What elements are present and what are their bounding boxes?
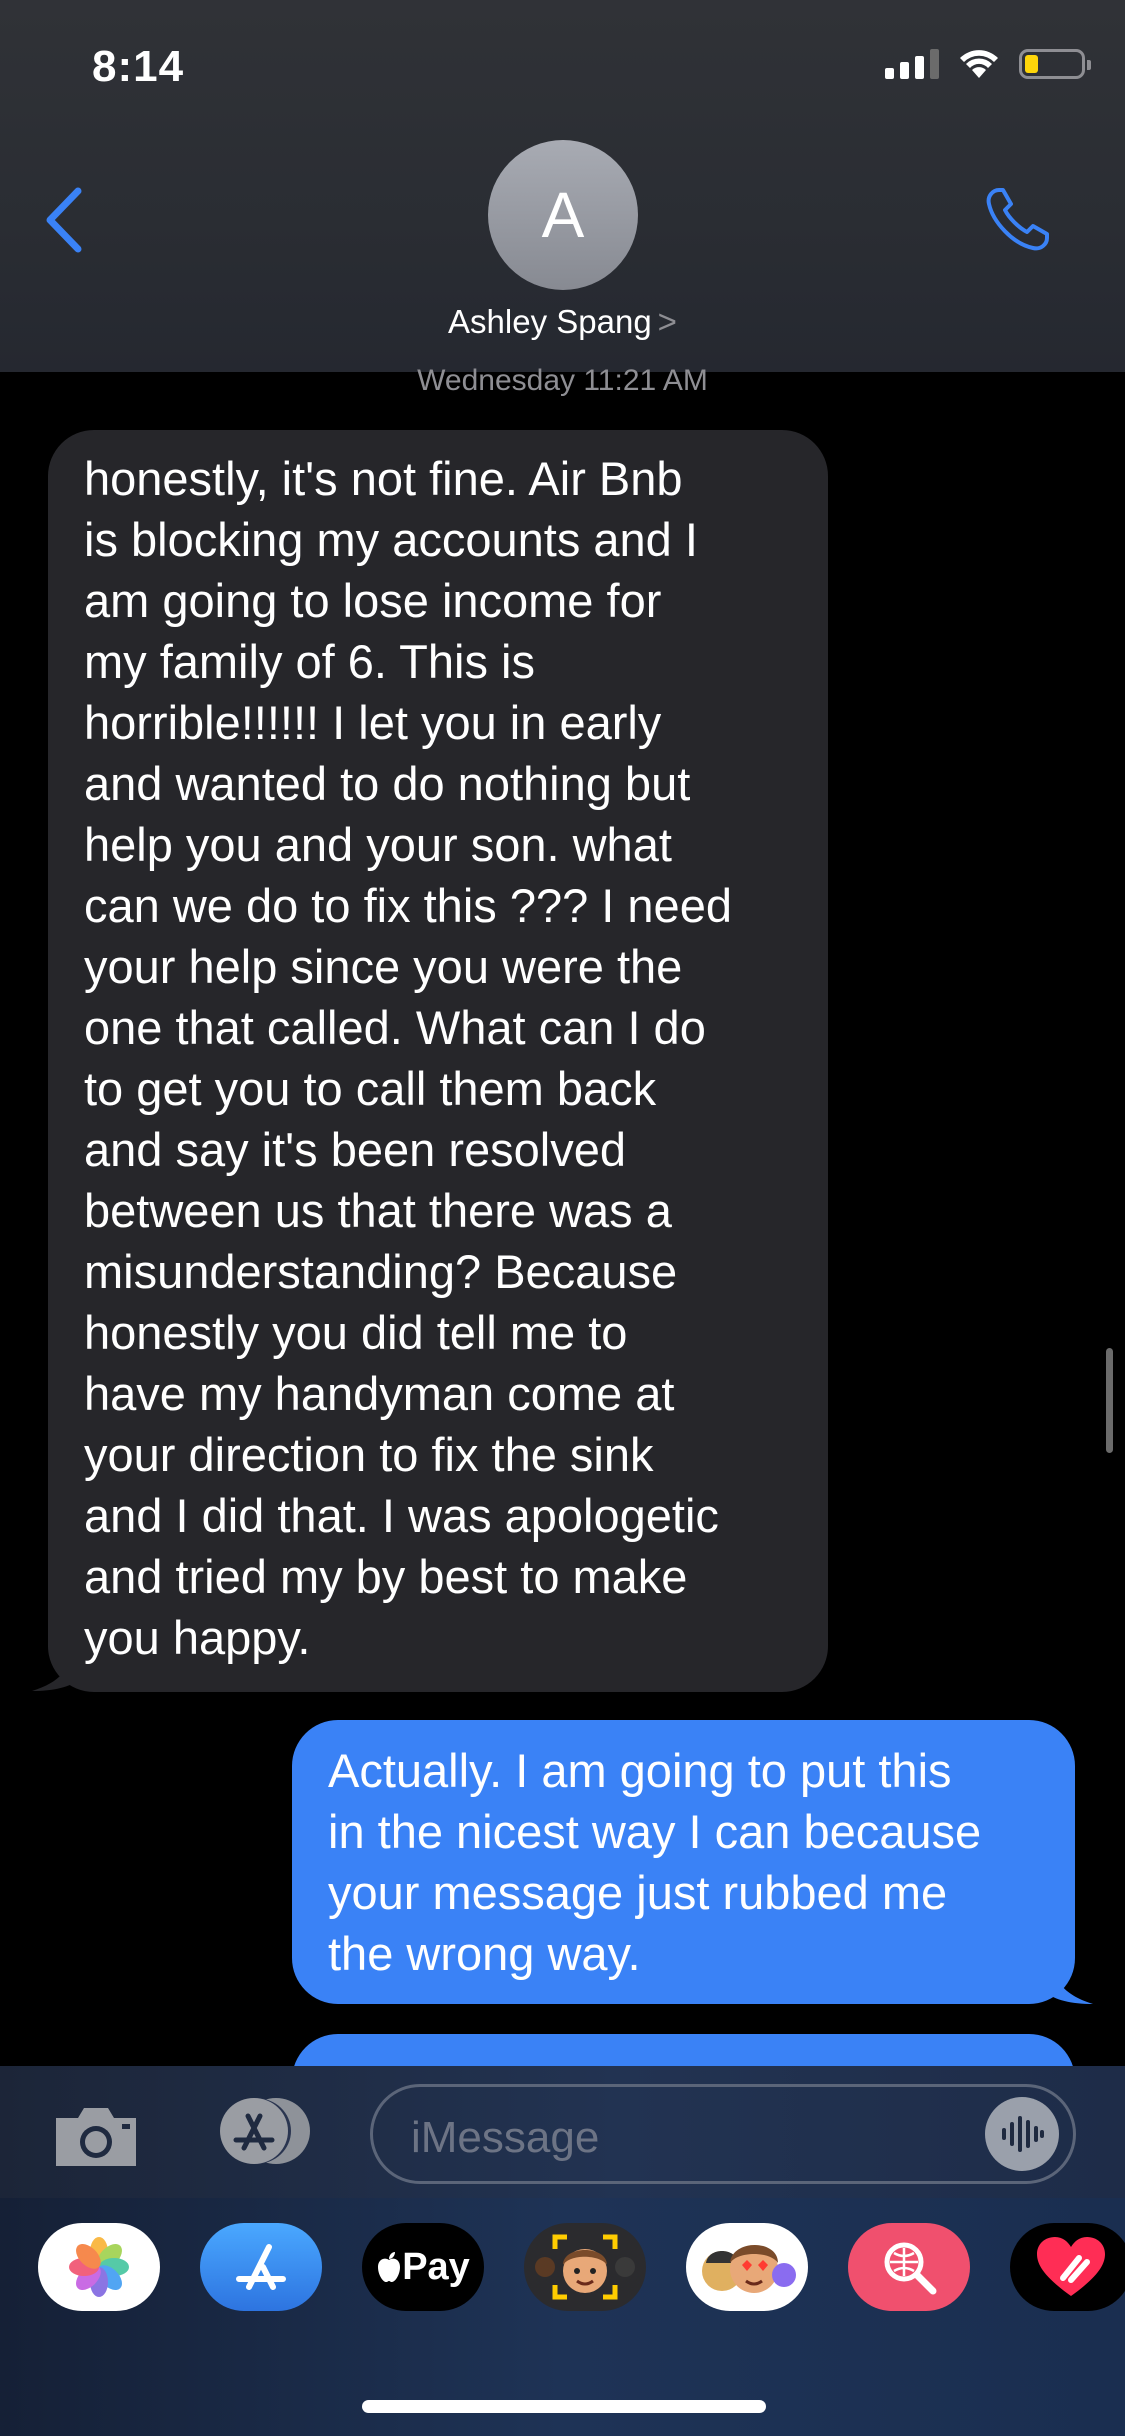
message-timestamp: Wednesday 11:21 AM [417, 364, 708, 397]
contact-avatar[interactable]: A [488, 140, 638, 290]
voice-message-button[interactable] [985, 2097, 1059, 2171]
outgoing-message-bubble[interactable]: Actually. I am going to put this in the … [292, 1720, 1075, 2004]
status-time: 8:14 [92, 42, 185, 91]
chevron-right-icon: > [657, 303, 677, 340]
memoji-app-button[interactable] [524, 2223, 646, 2311]
app-drawer: Pay [0, 2198, 1125, 2436]
app-store-app-button[interactable] [200, 2223, 322, 2311]
avatar-initial: A [541, 179, 585, 251]
photos-app-button[interactable] [38, 2223, 160, 2311]
cellular-signal-icon [885, 49, 939, 79]
message-input[interactable]: iMessage [370, 2084, 1076, 2184]
animoji-stickers-icon [702, 2245, 796, 2293]
phone-icon[interactable] [981, 182, 1055, 256]
digital-touch-app-button[interactable] [1010, 2223, 1125, 2311]
apple-pay-label: Pay [402, 2245, 470, 2288]
waveform-icon [1002, 2116, 1044, 2152]
outgoing-bubble-tail [1045, 1958, 1093, 2004]
app-store-icon [220, 2098, 310, 2164]
memoji-stickers-app-button[interactable] [686, 2223, 808, 2311]
photos-icon [69, 2237, 129, 2297]
image-search-icon [884, 2242, 937, 2295]
app-store-button[interactable] [206, 2096, 324, 2166]
contact-name-button[interactable]: Ashley Spang > [0, 303, 1125, 341]
digital-touch-icon [1037, 2237, 1105, 2296]
chevron-left-icon [46, 187, 82, 253]
status-icons [885, 48, 1091, 80]
conversation-header: 8:14 A Ashley Spang > [0, 0, 1125, 372]
app-store-logo-icon [236, 2244, 286, 2290]
message-input-placeholder: iMessage [411, 2113, 600, 2162]
memoji-icon [535, 2234, 635, 2300]
compose-bar: iMessage [0, 2066, 1125, 2198]
incoming-message-bubble[interactable]: honestly, it's not fine. Air Bnb is bloc… [48, 430, 828, 1692]
battery-icon [1019, 49, 1091, 79]
home-indicator[interactable] [362, 2400, 766, 2413]
contact-name: Ashley Spang [448, 303, 652, 340]
image-search-app-button[interactable] [848, 2223, 970, 2311]
back-button[interactable] [42, 180, 102, 260]
apple-logo-icon [378, 2252, 401, 2282]
incoming-bubble-tail [32, 1645, 80, 1691]
scroll-indicator[interactable] [1106, 1348, 1113, 1453]
camera-icon[interactable] [50, 2104, 142, 2170]
wifi-icon [960, 50, 998, 78]
apple-pay-app-button[interactable]: Pay [362, 2223, 484, 2311]
